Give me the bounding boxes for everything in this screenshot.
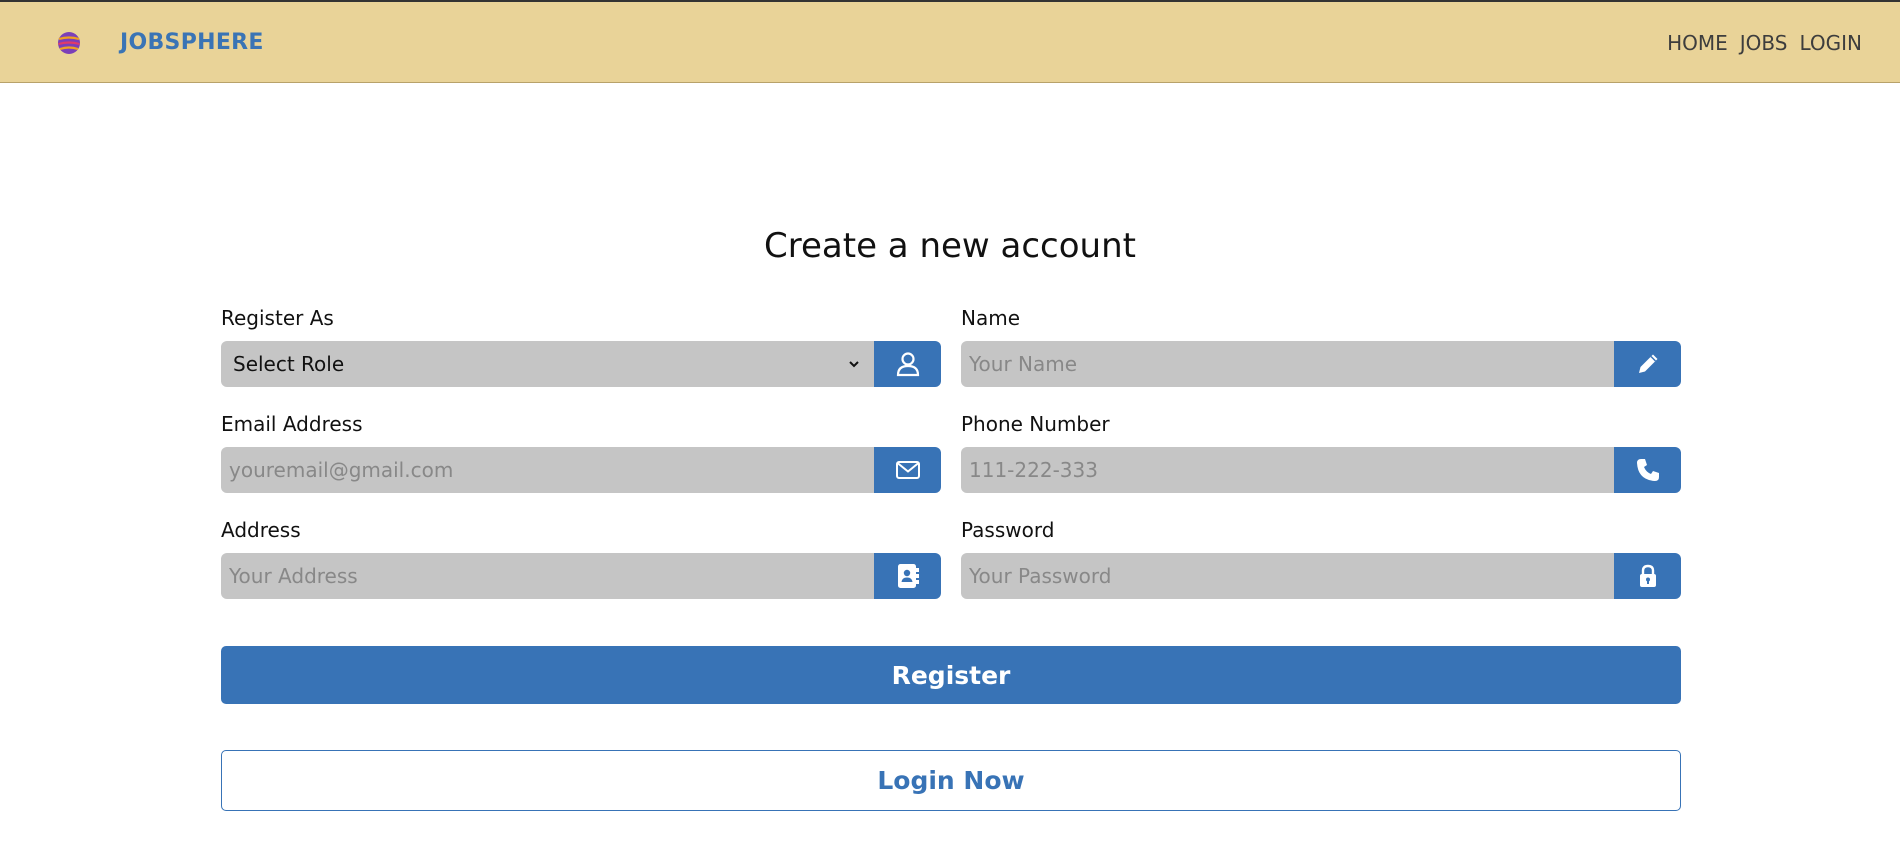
role-field: Register As Select Role (221, 303, 941, 387)
name-field: Name (961, 303, 1681, 387)
address-label: Address (221, 518, 301, 542)
email-field: Email Address (221, 409, 941, 493)
password-label: Password (961, 518, 1055, 542)
password-icon-box (1614, 553, 1681, 599)
email-icon-box (874, 447, 941, 493)
page-title: Create a new account (764, 226, 1136, 266)
login-now-button[interactable]: Login Now (221, 750, 1681, 811)
top-navbar: JOBSPHERE HOME JOBS LOGIN (0, 0, 1900, 83)
email-label: Email Address (221, 412, 363, 436)
phone-input[interactable] (961, 447, 1614, 493)
password-input[interactable] (961, 553, 1614, 599)
pencil-icon (1638, 354, 1657, 373)
email-input[interactable] (221, 447, 874, 493)
name-input[interactable] (961, 341, 1614, 387)
name-input-group (961, 341, 1681, 387)
globe-logo-icon[interactable] (56, 30, 82, 56)
phone-icon-box (1614, 447, 1681, 493)
envelope-icon (895, 461, 920, 479)
nav-login-link[interactable]: LOGIN (1799, 31, 1862, 55)
role-input-group: Select Role (221, 341, 941, 387)
nav-jobs-link[interactable]: JOBS (1740, 31, 1788, 55)
role-icon-box (874, 341, 941, 387)
lock-icon (1639, 564, 1656, 587)
phone-label: Phone Number (961, 412, 1110, 436)
phone-input-group (961, 447, 1681, 493)
role-select-value: Select Role (233, 352, 345, 376)
address-field: Address (221, 515, 941, 599)
phone-icon (1636, 459, 1659, 481)
password-field: Password (961, 515, 1681, 599)
address-book-icon (897, 564, 919, 588)
address-input-group (221, 553, 941, 599)
name-icon-box (1614, 341, 1681, 387)
name-label: Name (961, 306, 1021, 330)
nav-home-link[interactable]: HOME (1667, 31, 1728, 55)
address-input[interactable] (221, 553, 874, 599)
address-icon-box (874, 553, 941, 599)
nav-links: HOME JOBS LOGIN (1667, 31, 1862, 55)
role-select[interactable]: Select Role (221, 341, 874, 387)
role-label: Register As (221, 306, 334, 330)
password-input-group (961, 553, 1681, 599)
email-input-group (221, 447, 941, 493)
register-button[interactable]: Register (221, 646, 1681, 704)
phone-field: Phone Number (961, 409, 1681, 493)
user-icon (896, 352, 919, 377)
brand-name[interactable]: JOBSPHERE (120, 30, 264, 55)
chevron-down-icon (849, 361, 859, 368)
